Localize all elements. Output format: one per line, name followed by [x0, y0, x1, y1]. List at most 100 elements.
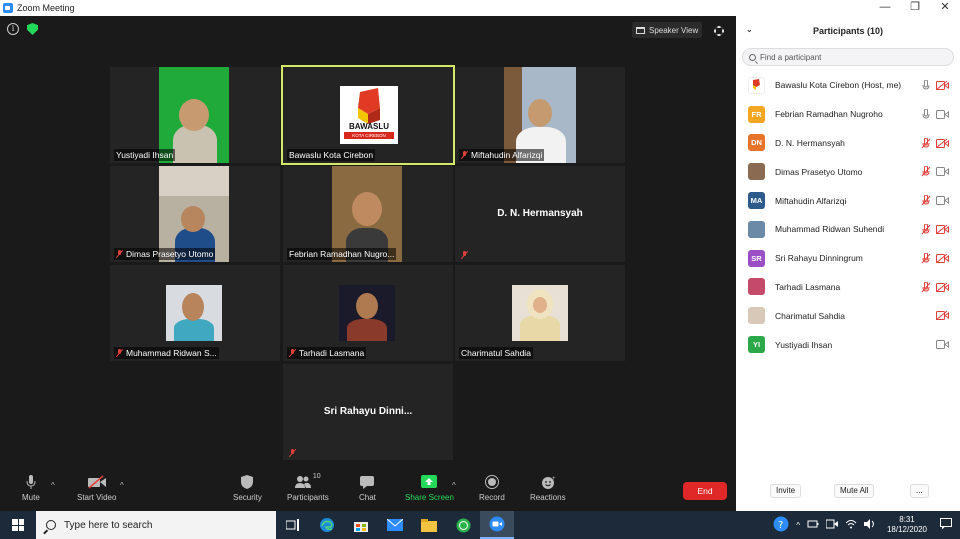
participant-name: Miftahudin Alfarizqi — [775, 195, 847, 206]
mute-all-button[interactable]: Mute All — [834, 484, 875, 498]
video-tile[interactable]: D. N. Hermansyah — [455, 166, 625, 262]
end-meeting-button[interactable]: End — [683, 482, 727, 500]
microphone-icon[interactable] — [921, 108, 931, 120]
fullscreen-icon[interactable] — [714, 26, 724, 36]
reactions-smiley-icon: + — [541, 475, 556, 489]
participant-row[interactable]: Tarhadi Lasmana — [736, 273, 960, 302]
camera-icon[interactable] — [936, 109, 949, 119]
microphone-muted-icon[interactable] — [921, 223, 931, 235]
video-tile[interactable]: Febrian Ramadhan Nugro... — [283, 166, 453, 262]
minimize-button[interactable]: — — [870, 0, 900, 16]
windows-logo-icon — [12, 519, 24, 531]
microphone-muted-icon[interactable] — [921, 281, 931, 293]
participant-name: Tarhadi Lasmana — [775, 281, 841, 292]
chat-button[interactable]: Chat — [359, 475, 376, 502]
notifications-icon[interactable] — [940, 518, 952, 532]
microphone-icon[interactable] — [921, 79, 931, 91]
participant-avatar — [748, 220, 765, 238]
microphone-muted-icon[interactable] — [921, 194, 931, 206]
tile-name: Muhammad Ridwan S... — [114, 347, 219, 359]
close-button[interactable]: ✕ — [930, 0, 960, 16]
start-button[interactable] — [0, 511, 36, 539]
participant-avatar — [748, 163, 765, 181]
reactions-button[interactable]: + Reactions — [530, 475, 566, 502]
participants-button[interactable]: 10 Participants — [287, 473, 329, 502]
file-explorer-icon[interactable] — [412, 511, 446, 539]
share-screen-icon — [421, 475, 438, 489]
participant-row[interactable]: FR Febrian Ramadhan Nugroho — [736, 100, 960, 129]
participant-search-input[interactable]: Find a participant — [742, 48, 954, 66]
video-tile[interactable]: Miftahudin Alfarizqi — [455, 67, 625, 163]
camera-off-icon[interactable] — [935, 80, 949, 91]
window-titlebar: Zoom Meeting — ❐ ✕ — [0, 0, 960, 16]
help-question-icon[interactable]: ? — [773, 516, 789, 534]
camera-icon[interactable] — [936, 196, 949, 206]
meet-now-icon[interactable] — [825, 519, 838, 531]
security-shield-icon — [240, 475, 254, 489]
speaker-view-button[interactable]: Speaker View — [632, 22, 703, 38]
video-tile[interactable]: Muhammad Ridwan S... — [110, 265, 280, 361]
video-off-icon — [87, 475, 106, 489]
participant-row[interactable]: YI Yustiyadi Ihsan — [736, 330, 960, 359]
taskbar-search-box[interactable]: Type here to search — [36, 511, 276, 539]
audio-options-caret-icon[interactable]: ^ — [51, 481, 55, 490]
camera-icon[interactable] — [936, 167, 949, 177]
more-options-button[interactable]: ... — [910, 484, 929, 498]
mic-muted-icon — [289, 349, 296, 357]
maximize-button[interactable]: ❐ — [900, 0, 930, 16]
video-tile[interactable]: Tarhadi Lasmana — [283, 265, 453, 361]
camera-icon[interactable] — [936, 340, 949, 350]
participant-row[interactable]: Muhammad Ridwan Suhendi — [736, 215, 960, 244]
store-icon[interactable] — [344, 511, 378, 539]
taskbar-clock[interactable]: 8:31 18/12/2020 — [887, 515, 927, 535]
start-video-button[interactable]: Start Video — [77, 475, 116, 502]
participant-avatar: MA — [748, 192, 765, 210]
participant-name: Dimas Prasetyo Utomo — [775, 166, 863, 177]
mute-button[interactable]: Mute — [22, 475, 40, 502]
participant-row[interactable]: Charimatul Sahdia — [736, 301, 960, 330]
info-icon[interactable]: i — [7, 23, 19, 35]
share-screen-button[interactable]: Share Screen — [405, 475, 454, 502]
battery-icon[interactable] — [807, 519, 819, 531]
zoom-taskbar-icon[interactable] — [480, 511, 514, 539]
video-options-caret-icon[interactable]: ^ — [120, 481, 124, 490]
tile-name: Dimas Prasetyo Utomo — [114, 248, 216, 260]
window-controls: — ❐ ✕ — [870, 0, 960, 16]
video-tile[interactable]: Dimas Prasetyo Utomo — [110, 166, 280, 262]
camera-off-icon[interactable] — [935, 253, 949, 264]
participant-row[interactable]: Bawaslu Kota Cirebon (Host, me) — [736, 71, 960, 100]
record-button[interactable]: Record — [479, 475, 505, 502]
edge-browser-icon[interactable] — [310, 511, 344, 539]
microphone-muted-icon[interactable] — [921, 137, 931, 149]
tile-name — [287, 448, 298, 458]
participant-row[interactable]: MA Miftahudin Alfarizqi — [736, 186, 960, 215]
microphone-muted-icon[interactable] — [921, 165, 931, 177]
volume-icon[interactable] — [863, 519, 876, 531]
participant-row[interactable]: DN D. N. Hermansyah — [736, 129, 960, 158]
encryption-shield-icon[interactable] — [27, 23, 38, 35]
task-view-icon[interactable] — [276, 511, 310, 539]
video-tile[interactable]: Charimatul Sahdia — [455, 265, 625, 361]
camera-off-icon[interactable] — [935, 138, 949, 148]
participant-row[interactable]: SR Sri Rahayu Dinningrum — [736, 244, 960, 273]
camera-off-icon[interactable] — [935, 310, 949, 321]
invite-button[interactable]: Invite — [770, 484, 802, 498]
security-button[interactable]: Security — [233, 475, 262, 502]
share-options-caret-icon[interactable]: ^ — [452, 481, 456, 490]
participant-name: Bawaslu Kota Cirebon (Host, me) — [775, 80, 902, 91]
microphone-muted-icon[interactable] — [921, 252, 931, 264]
camera-off-icon[interactable] — [935, 282, 949, 292]
wifi-icon[interactable] — [845, 519, 857, 531]
mail-icon[interactable] — [378, 511, 412, 539]
mic-muted-icon — [116, 349, 123, 357]
camera-off-icon[interactable] — [935, 224, 949, 235]
video-tile-active-speaker[interactable]: BAWASLU KOTA CIREBON Bawaslu Kota Cirebo… — [281, 65, 455, 165]
tile-center-name: D. N. Hermansyah — [497, 208, 583, 219]
participant-row[interactable]: Dimas Prasetyo Utomo — [736, 157, 960, 186]
collapse-chevron-icon[interactable]: ⌄ — [746, 25, 753, 34]
whatsapp-icon[interactable] — [446, 511, 480, 539]
show-hidden-icons-chevron-icon[interactable]: ^ — [796, 521, 800, 530]
mic-muted-icon — [289, 449, 296, 457]
video-tile[interactable]: Yustiyadi Ihsan — [110, 67, 280, 163]
video-tile[interactable]: Sri Rahayu Dinni... — [283, 364, 453, 460]
